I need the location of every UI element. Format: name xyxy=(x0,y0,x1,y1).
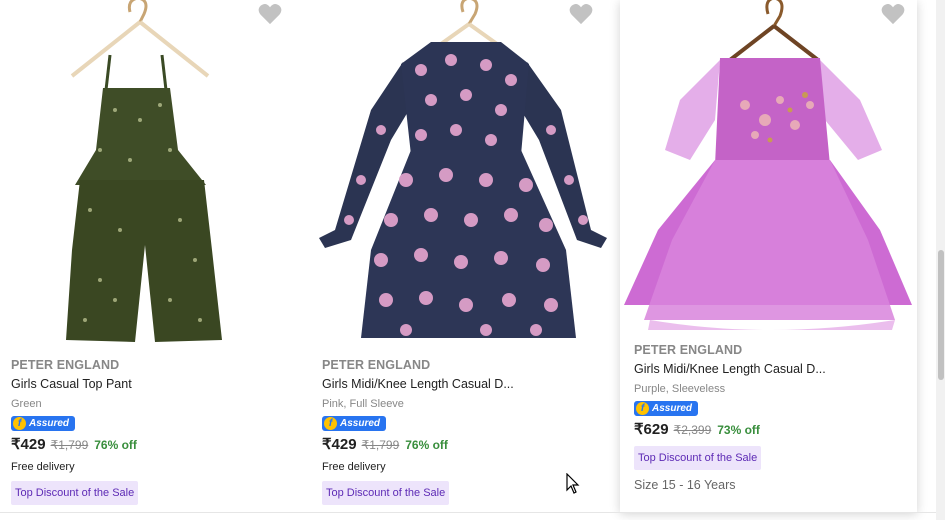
wishlist-heart-icon[interactable] xyxy=(568,2,594,26)
original-price: ₹1,799 xyxy=(361,438,400,452)
selling-price: ₹429 xyxy=(11,436,46,453)
sale-badge: Top Discount of the Sale xyxy=(634,446,762,470)
divider xyxy=(0,512,936,513)
assured-badge: f Assured xyxy=(634,401,699,416)
scrollbar-thumb[interactable] xyxy=(938,250,944,380)
wishlist-heart-icon[interactable] xyxy=(257,2,283,26)
delivery-info: Free delivery xyxy=(11,461,75,473)
product-info: PETER ENGLAND Girls Casual Top Pant Gree… xyxy=(11,357,303,505)
price-row: ₹429 ₹1,799 76% off xyxy=(322,435,612,457)
assured-badge: f Assured xyxy=(11,416,76,431)
discount-percent: 76% off xyxy=(405,438,448,452)
assured-logo-icon: f xyxy=(13,417,26,430)
assured-logo-icon: f xyxy=(324,417,337,430)
size-label: Size xyxy=(634,478,659,492)
wishlist-heart-icon[interactable] xyxy=(880,2,906,26)
price-row: ₹429 ₹1,799 76% off xyxy=(11,435,303,457)
product-card-3[interactable]: PETER ENGLAND Girls Midi/Knee Length Cas… xyxy=(620,0,917,512)
sale-badge: Top Discount of the Sale xyxy=(322,481,450,505)
size-info: Size 15 - 16 Years xyxy=(634,478,909,492)
product-title[interactable]: Girls Midi/Knee Length Casual D... xyxy=(634,360,909,378)
selling-price: ₹629 xyxy=(634,421,669,438)
sale-badge: Top Discount of the Sale xyxy=(11,481,139,505)
page-scrollbar[interactable] xyxy=(936,0,945,520)
assured-label: Assured xyxy=(29,418,70,429)
discount-percent: 76% off xyxy=(94,438,137,452)
price-row: ₹629 ₹2,399 73% off xyxy=(634,420,909,442)
original-price: ₹1,799 xyxy=(50,438,89,452)
mouse-cursor-icon xyxy=(566,472,580,495)
product-image[interactable] xyxy=(311,0,620,350)
assured-label: Assured xyxy=(340,418,381,429)
assured-logo-icon: f xyxy=(636,402,649,415)
product-variant: Green xyxy=(11,398,42,410)
assured-label: Assured xyxy=(652,403,693,414)
original-price: ₹2,399 xyxy=(673,423,712,437)
assured-badge: f Assured xyxy=(322,416,387,431)
product-brand: PETER ENGLAND xyxy=(322,358,431,372)
product-brand: PETER ENGLAND xyxy=(634,343,743,357)
discount-percent: 73% off xyxy=(717,423,760,437)
product-card-2[interactable]: PETER ENGLAND Girls Midi/Knee Length Cas… xyxy=(311,0,620,512)
product-brand: PETER ENGLAND xyxy=(11,358,120,372)
product-title[interactable]: Girls Midi/Knee Length Casual D... xyxy=(322,375,612,393)
product-variant: Purple, Sleeveless xyxy=(634,383,726,395)
product-image[interactable] xyxy=(0,0,311,350)
product-variant: Pink, Full Sleeve xyxy=(322,398,404,410)
product-image[interactable] xyxy=(620,0,917,335)
product-card-1[interactable]: PETER ENGLAND Girls Casual Top Pant Gree… xyxy=(0,0,311,512)
product-title[interactable]: Girls Casual Top Pant xyxy=(11,375,303,393)
selling-price: ₹429 xyxy=(322,436,357,453)
size-value: 15 - 16 Years xyxy=(661,478,736,492)
product-info: PETER ENGLAND Girls Midi/Knee Length Cas… xyxy=(634,342,909,492)
delivery-info: Free delivery xyxy=(322,461,386,473)
